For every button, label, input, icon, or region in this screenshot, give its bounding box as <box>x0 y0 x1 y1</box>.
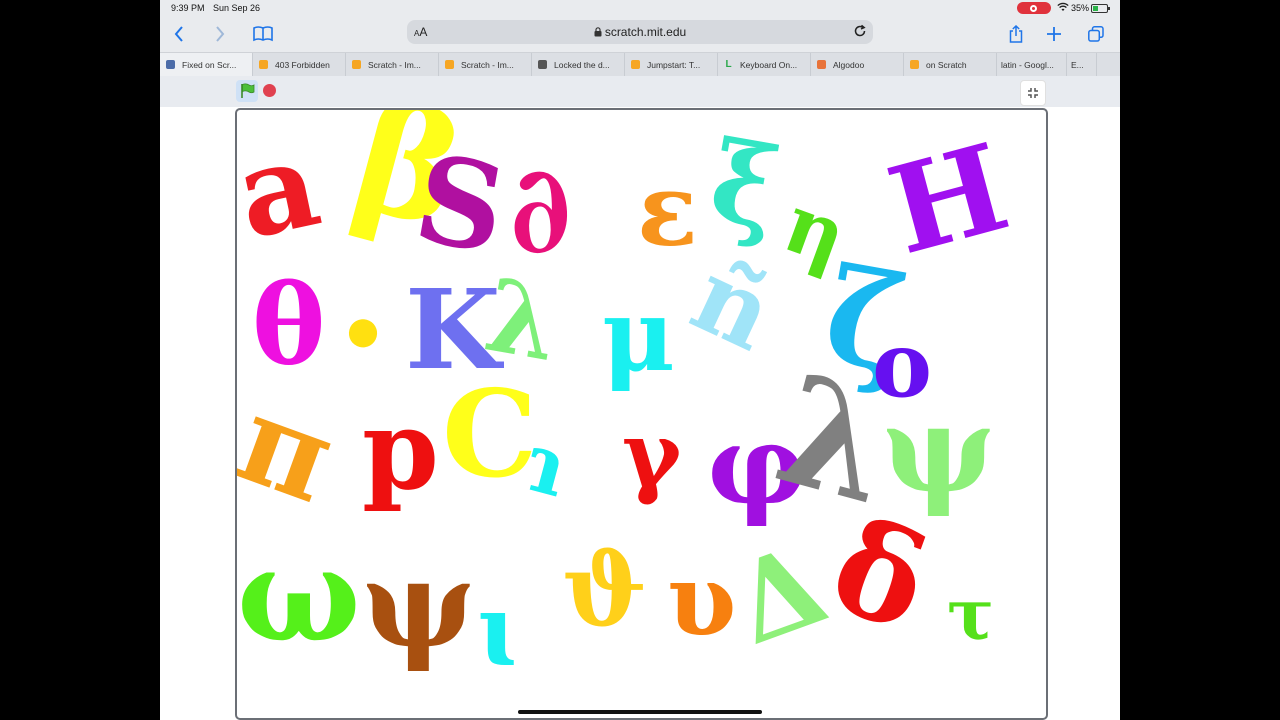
tab-label: on Scratch <box>926 59 967 70</box>
scratch-stage[interactable]: a β S ∂ ε ξ η Hθ • Kλ μ ñ ζ o π p Cɿ γ φ λ ψ ω ψ ɩ ϑ υ Δδ τ <box>235 108 1048 720</box>
tab-4[interactable]: Scratch - Im... <box>439 53 532 76</box>
letter-l-favicon-icon: L <box>725 59 732 70</box>
scratch-cat-favicon-icon <box>631 60 640 69</box>
algodoo-favicon-icon <box>817 60 826 69</box>
tabs-icon <box>1088 26 1104 42</box>
tab-label: Locked the d... <box>554 59 610 70</box>
tab-6[interactable]: Jumpstart: T... <box>625 53 718 76</box>
ipad-screen: 9:39 PM Sun Sep 26 35% AA scratch.mit.ed… <box>160 0 1120 720</box>
tab-label: Algodoo <box>833 59 865 70</box>
browser-toolbar: AA scratch.mit.edu <box>160 16 1120 52</box>
scratch-studio-favicon-icon <box>166 60 175 69</box>
letter-sprite[interactable]: ψ <box>362 545 475 665</box>
battery-icon <box>1091 4 1110 13</box>
tab-8[interactable]: Algodoo <box>811 53 904 76</box>
wifi-icon <box>1057 2 1069 11</box>
url-display[interactable]: scratch.mit.edu <box>407 25 873 39</box>
tab-10[interactable]: latin - Googl... <box>997 53 1067 76</box>
plus-icon <box>1047 27 1061 41</box>
tab-2[interactable]: 403 Forbidden <box>253 53 346 76</box>
exit-fullscreen-button[interactable] <box>1020 80 1046 106</box>
letter-sprite[interactable]: Δ <box>717 519 841 669</box>
chevron-right-icon <box>216 26 225 42</box>
tab-3[interactable]: Scratch - Im... <box>346 53 439 76</box>
bookmarks-button[interactable] <box>251 16 275 52</box>
tab-label: Keyboard On... <box>740 59 798 70</box>
tab-label: Fixed on Scr... <box>182 59 237 70</box>
letter-sprite[interactable]: ɩ <box>477 580 515 680</box>
back-button[interactable] <box>168 16 190 52</box>
letter-sprite[interactable]: ω <box>237 530 361 660</box>
letter-sprite[interactable]: ψ <box>882 390 995 510</box>
letter-sprite[interactable]: • <box>326 283 400 387</box>
status-bar: 9:39 PM Sun Sep 26 35% <box>160 0 1120 16</box>
letter-sprite[interactable]: μ <box>602 285 675 385</box>
home-indicator <box>518 710 762 714</box>
tab-label: Jumpstart: T... <box>647 59 701 70</box>
exit-fullscreen-icon <box>1028 88 1038 98</box>
book-icon <box>253 26 273 42</box>
scratch-cat-favicon-icon <box>259 60 268 69</box>
roblox-favicon-icon <box>538 60 547 69</box>
chevron-left-icon <box>174 26 183 42</box>
tab-label: Scratch - Im... <box>368 59 421 70</box>
url-text: scratch.mit.edu <box>604 25 687 39</box>
tabs-overview-button[interactable] <box>1085 16 1107 52</box>
tab-label: 403 Forbidden <box>275 59 330 70</box>
letter-sprite[interactable]: π <box>237 368 351 531</box>
tab-9[interactable]: on Scratch <box>904 53 997 76</box>
status-time: 9:39 PM <box>171 3 205 13</box>
reload-icon[interactable] <box>853 24 867 38</box>
letter-sprite[interactable]: ϑ <box>562 540 647 640</box>
tab-1[interactable]: Fixed on Scr... <box>160 53 253 76</box>
scratch-cat-favicon-icon <box>352 60 361 69</box>
share-icon <box>1009 25 1023 43</box>
letter-sprite[interactable]: ξ <box>701 115 788 253</box>
tab-label: Scratch - Im... <box>461 59 514 70</box>
letter-sprite[interactable]: p <box>362 395 439 505</box>
letter-sprite[interactable]: ε <box>637 160 698 260</box>
tab-5[interactable]: Locked the d... <box>532 53 625 76</box>
letter-sprite[interactable]: γ <box>622 410 681 500</box>
tab-7[interactable]: L Keyboard On... <box>718 53 811 76</box>
tab-11[interactable]: E... <box>1067 53 1097 76</box>
lock-icon <box>594 27 602 37</box>
green-flag-button[interactable] <box>236 80 258 102</box>
letter-sprite[interactable]: a <box>237 112 330 266</box>
letter-sprite[interactable]: ∂ <box>495 135 583 285</box>
tab-bar: Fixed on Scr... 403 Forbidden Scratch - Im… <box>160 52 1120 77</box>
address-bar[interactable]: AA scratch.mit.edu <box>407 20 873 44</box>
new-tab-button[interactable] <box>1043 16 1065 52</box>
scratch-cat-favicon-icon <box>445 60 454 69</box>
screen-recording-icon <box>1017 2 1051 14</box>
tab-label: E... <box>1071 59 1084 70</box>
status-date: Sun Sep 26 <box>213 3 261 13</box>
share-button[interactable] <box>1005 16 1027 52</box>
letter-sprite[interactable]: θ <box>252 270 325 380</box>
forward-button[interactable] <box>209 16 231 52</box>
green-flag-icon <box>241 83 255 98</box>
scratch-player-header <box>160 76 1120 107</box>
stop-button[interactable] <box>263 84 276 97</box>
letter-sprite[interactable]: τ <box>947 580 994 650</box>
scratch-cat-favicon-icon <box>910 60 919 69</box>
battery-percentage: 35% <box>1071 3 1090 13</box>
tab-label: latin - Googl... <box>1001 59 1054 70</box>
